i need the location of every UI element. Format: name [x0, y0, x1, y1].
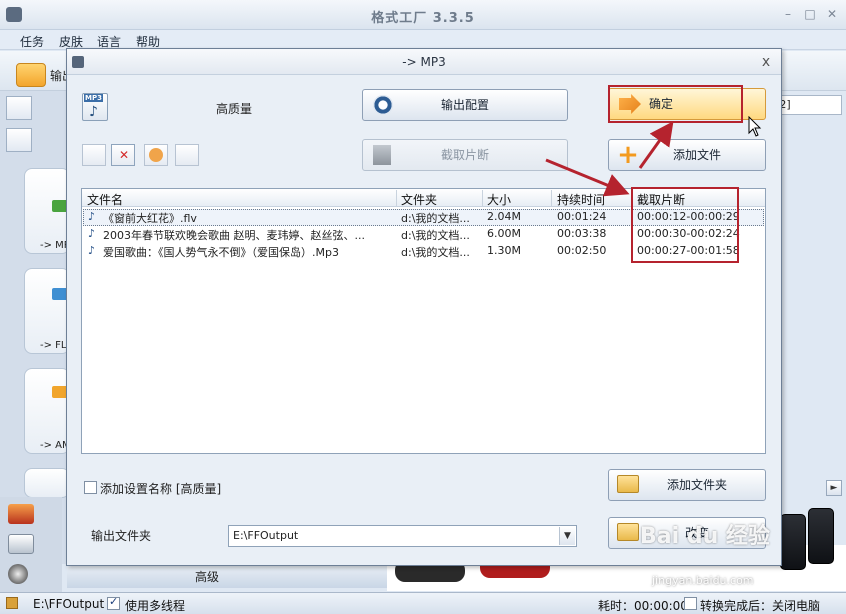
- arrow-to-clip-column: [545, 158, 630, 197]
- output-folder-select[interactable]: E:\FFOutput: [228, 525, 577, 547]
- baidu-watermark-url: jingyan.baidu.com: [652, 574, 754, 587]
- add-folder-button[interactable]: 添加文件夹: [608, 469, 766, 501]
- output-folder-label: 输出文件夹: [91, 529, 152, 543]
- add-setting-name-label: 添加设置名称 [高质量]: [100, 482, 222, 496]
- baidu-watermark: Bai du 经验: [640, 524, 770, 549]
- add-folder-label: 添加文件夹: [666, 478, 727, 492]
- arrow-to-ok-button: [638, 121, 674, 169]
- chevron-down-icon[interactable]: ▼: [559, 527, 575, 545]
- add-setting-name-checkbox[interactable]: [84, 481, 97, 494]
